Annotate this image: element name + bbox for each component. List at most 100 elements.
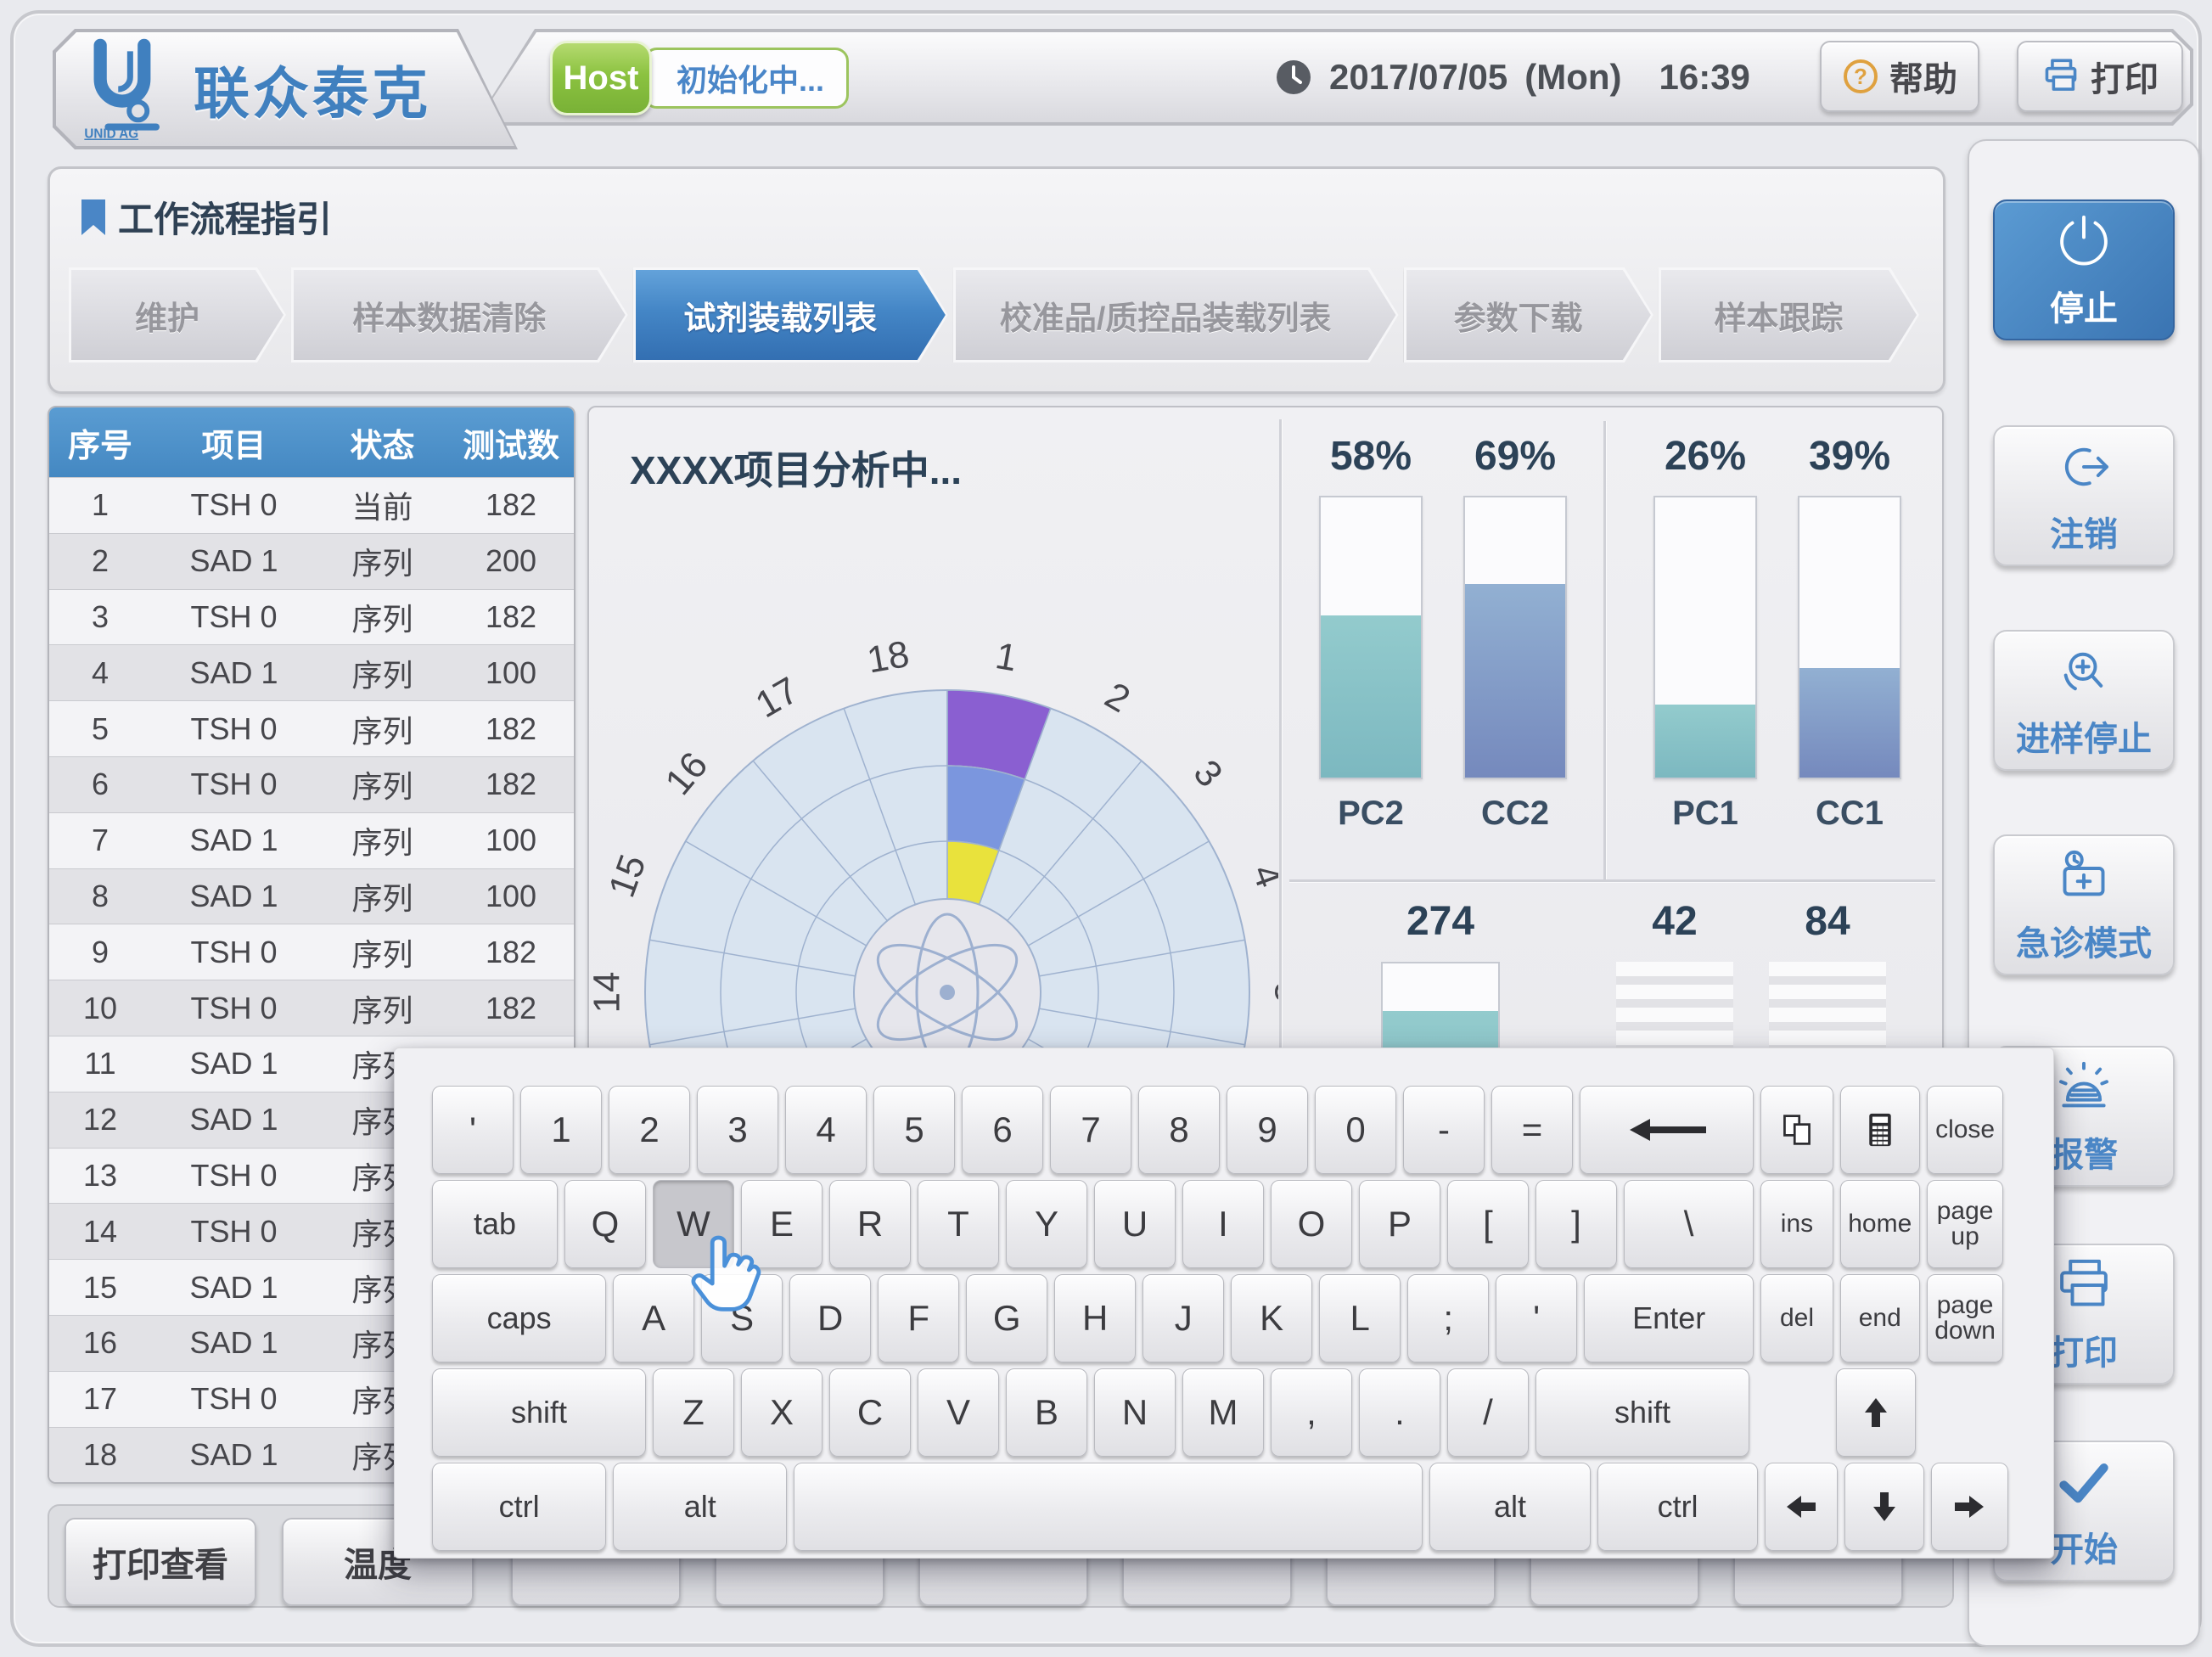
table-row[interactable]: 1TSH 0当前182 bbox=[49, 477, 574, 533]
table-cell: 序列 bbox=[317, 818, 448, 862]
print-view-button[interactable]: 打印查看 bbox=[65, 1518, 256, 1606]
help-button[interactable]: ? 帮助 bbox=[1820, 41, 1979, 112]
table-row[interactable]: 10TSH 0序列182 bbox=[49, 980, 574, 1036]
backspace-key[interactable] bbox=[1580, 1086, 1754, 1174]
key-5[interactable]: 5 bbox=[873, 1086, 955, 1174]
table-row[interactable]: 3TSH 0序列182 bbox=[49, 589, 574, 645]
key-alt[interactable]: alt bbox=[1429, 1463, 1591, 1551]
key-9[interactable]: 9 bbox=[1227, 1086, 1308, 1174]
key-H[interactable]: H bbox=[1054, 1274, 1136, 1362]
header-print-button[interactable]: 打印 bbox=[2017, 41, 2183, 112]
table-row[interactable]: 9TSH 0序列182 bbox=[49, 924, 574, 980]
workflow-tab-3[interactable]: 试剂装载列表 bbox=[633, 267, 948, 362]
workflow-tab-1[interactable]: 维护 bbox=[69, 267, 286, 362]
gauge-bar bbox=[1319, 496, 1423, 779]
sidebar-emergency-button[interactable]: 急诊模式 bbox=[1993, 834, 2175, 975]
key-alt[interactable]: alt bbox=[613, 1463, 787, 1551]
key-Q[interactable]: Q bbox=[564, 1180, 646, 1268]
key-\[interactable]: \ bbox=[1624, 1180, 1754, 1268]
table-cell: 100 bbox=[448, 879, 574, 914]
key-ctrl[interactable]: ctrl bbox=[1597, 1463, 1759, 1551]
key-G[interactable]: G bbox=[966, 1274, 1047, 1362]
key-K[interactable]: K bbox=[1231, 1274, 1312, 1362]
key-V[interactable]: V bbox=[918, 1368, 999, 1457]
table-row[interactable]: 5TSH 0序列182 bbox=[49, 700, 574, 756]
key-U[interactable]: U bbox=[1094, 1180, 1176, 1268]
key-N[interactable]: N bbox=[1094, 1368, 1176, 1457]
table-row[interactable]: 8SAD 1序列100 bbox=[49, 868, 574, 924]
workflow-tab-6[interactable]: 样本跟踪 bbox=[1659, 267, 1919, 362]
key-shift[interactable]: shift bbox=[1535, 1368, 1749, 1457]
key-M[interactable]: M bbox=[1182, 1368, 1264, 1457]
key-I[interactable]: I bbox=[1182, 1180, 1264, 1268]
key-P[interactable]: P bbox=[1359, 1180, 1440, 1268]
switch-windows-key[interactable] bbox=[1760, 1086, 1833, 1174]
table-row[interactable]: 2SAD 1序列200 bbox=[49, 533, 574, 589]
key-F[interactable]: F bbox=[878, 1274, 959, 1362]
table-cell: 序列 bbox=[317, 986, 448, 1031]
key-home[interactable]: home bbox=[1840, 1180, 1920, 1268]
key-page down[interactable]: page down bbox=[1927, 1274, 2004, 1362]
key-,[interactable]: , bbox=[1271, 1368, 1352, 1457]
key-3[interactable]: 3 bbox=[697, 1086, 778, 1174]
date-text: 2017/07/05 bbox=[1329, 57, 1507, 98]
table-row[interactable]: 6TSH 0序列182 bbox=[49, 756, 574, 812]
key-X[interactable]: X bbox=[741, 1368, 822, 1457]
key-shift[interactable]: shift bbox=[432, 1368, 646, 1457]
key--[interactable]: - bbox=[1403, 1086, 1485, 1174]
key-=[interactable]: = bbox=[1491, 1086, 1573, 1174]
key-Z[interactable]: Z bbox=[653, 1368, 734, 1457]
key-D[interactable]: D bbox=[789, 1274, 871, 1362]
key-8[interactable]: 8 bbox=[1138, 1086, 1220, 1174]
key-1[interactable]: 1 bbox=[520, 1086, 602, 1174]
key-page up[interactable]: page up bbox=[1927, 1180, 2004, 1268]
key-O[interactable]: O bbox=[1271, 1180, 1352, 1268]
arrow-down-key[interactable] bbox=[1844, 1463, 1924, 1551]
workflow-tab-4[interactable]: 校准品/质控品装载列表 bbox=[953, 267, 1399, 362]
calculator-key[interactable] bbox=[1840, 1086, 1920, 1174]
key-C[interactable]: C bbox=[829, 1368, 911, 1457]
key-end[interactable]: end bbox=[1840, 1274, 1920, 1362]
key-7[interactable]: 7 bbox=[1050, 1086, 1131, 1174]
clock-icon bbox=[1275, 59, 1312, 96]
workflow-tab-2[interactable]: 样本数据清除 bbox=[291, 267, 628, 362]
key-ins[interactable]: ins bbox=[1760, 1180, 1833, 1268]
bookmark-icon bbox=[81, 199, 106, 236]
sidebar-button-label: 注销 bbox=[2050, 507, 2118, 556]
key-.[interactable]: . bbox=[1359, 1368, 1440, 1457]
key-B[interactable]: B bbox=[1006, 1368, 1087, 1457]
sidebar-logout-button[interactable]: 注销 bbox=[1993, 425, 2175, 566]
key-Enter[interactable]: Enter bbox=[1584, 1274, 1754, 1362]
table-row[interactable]: 4SAD 1序列100 bbox=[49, 644, 574, 700]
close-key[interactable]: close bbox=[1927, 1086, 2004, 1174]
key-[[interactable]: [ bbox=[1447, 1180, 1529, 1268]
key-tab[interactable]: tab bbox=[432, 1180, 558, 1268]
key-;[interactable]: ; bbox=[1407, 1274, 1489, 1362]
key-Y[interactable]: Y bbox=[1006, 1180, 1087, 1268]
key-/[interactable]: / bbox=[1447, 1368, 1529, 1457]
table-row[interactable]: 7SAD 1序列100 bbox=[49, 812, 574, 868]
key-0[interactable]: 0 bbox=[1315, 1086, 1396, 1174]
key-'[interactable]: ' bbox=[1496, 1274, 1577, 1362]
arrow-left-key[interactable] bbox=[1765, 1463, 1838, 1551]
key-4[interactable]: 4 bbox=[785, 1086, 867, 1174]
workflow-tab-5[interactable]: 参数下载 bbox=[1404, 267, 1653, 362]
space-key[interactable] bbox=[794, 1463, 1423, 1551]
key-2[interactable]: 2 bbox=[609, 1086, 690, 1174]
key-T[interactable]: T bbox=[918, 1180, 999, 1268]
key-L[interactable]: L bbox=[1319, 1274, 1401, 1362]
key-J[interactable]: J bbox=[1142, 1274, 1224, 1362]
arrow-right-key[interactable] bbox=[1931, 1463, 2008, 1551]
key-][interactable]: ] bbox=[1535, 1180, 1617, 1268]
table-cell: TSH 0 bbox=[151, 1381, 317, 1417]
key-ctrl[interactable]: ctrl bbox=[432, 1463, 606, 1551]
sidebar-power-button[interactable]: 停止 bbox=[1993, 199, 2175, 340]
arrow-up-key[interactable] bbox=[1836, 1368, 1916, 1457]
key-caps[interactable]: caps bbox=[432, 1274, 606, 1362]
table-cell: SAD 1 bbox=[151, 1270, 317, 1306]
key-6[interactable]: 6 bbox=[962, 1086, 1043, 1174]
sidebar-sample-stop-button[interactable]: 进样停止 bbox=[1993, 630, 2175, 771]
key-del[interactable]: del bbox=[1760, 1274, 1833, 1362]
key-'[interactable]: ' bbox=[432, 1086, 514, 1174]
key-R[interactable]: R bbox=[829, 1180, 911, 1268]
